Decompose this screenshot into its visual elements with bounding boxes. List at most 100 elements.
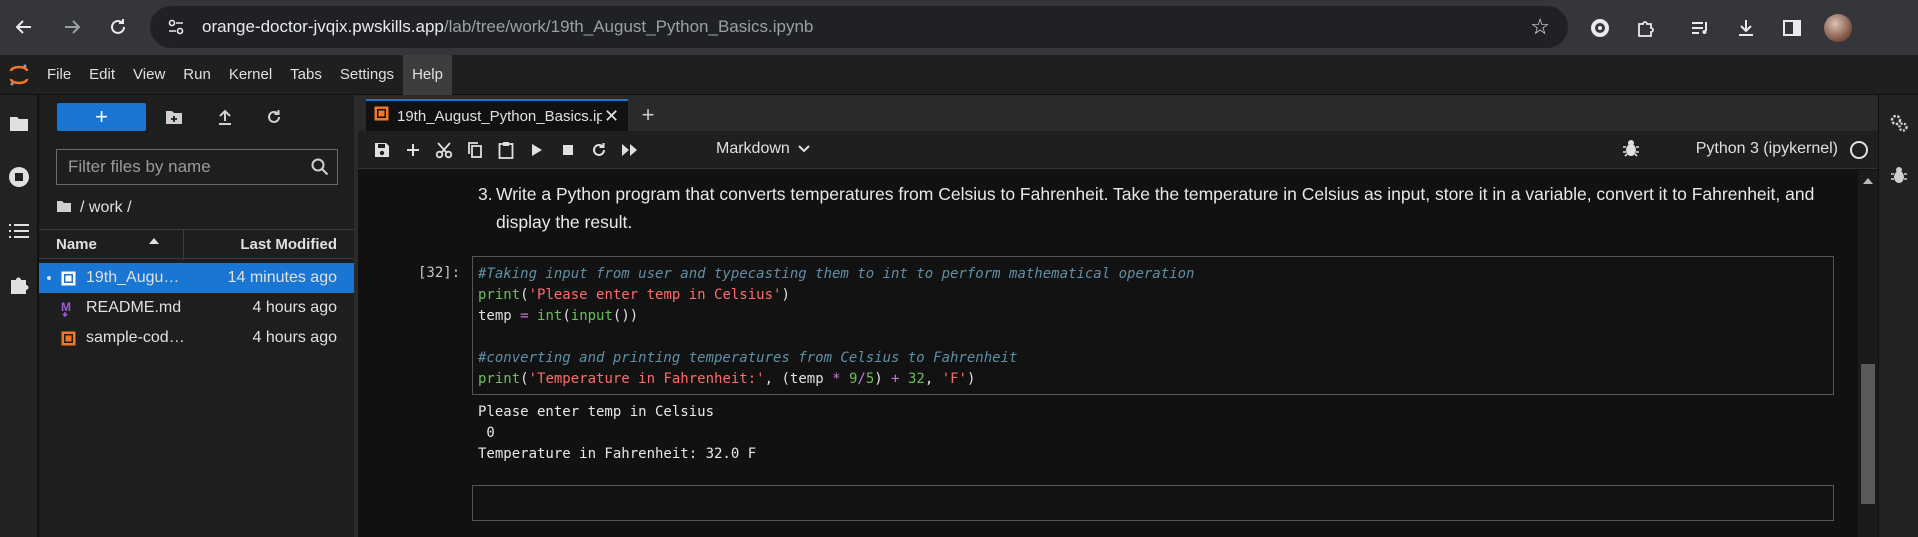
code-string: 'Please enter temp in Celsius' bbox=[528, 287, 782, 303]
stop-icon[interactable] bbox=[554, 136, 582, 164]
menu-run[interactable]: Run bbox=[174, 55, 220, 95]
markdown-cell[interactable]: 3. Write a Python program that converts … bbox=[478, 180, 1816, 236]
scrollbar-thumb[interactable] bbox=[1861, 364, 1875, 504]
extension-icon[interactable] bbox=[1586, 14, 1614, 42]
column-name[interactable]: Name bbox=[56, 236, 97, 253]
browser-toolbar: orange-doctor-jvqix.pwskills.app/lab/tre… bbox=[0, 0, 1918, 55]
file-modified: 4 hours ago bbox=[252, 299, 337, 316]
chevron-down-icon bbox=[798, 140, 810, 158]
star-icon[interactable]: ☆ bbox=[1530, 14, 1550, 40]
url-host: orange-doctor-jvqix.pwskills.app bbox=[202, 17, 444, 36]
notebook-toolbar: Markdown Python 3 (ipykernel) bbox=[358, 131, 1878, 169]
forward-arrow-icon[interactable] bbox=[52, 7, 92, 47]
refresh-icon[interactable] bbox=[259, 103, 289, 131]
cell-type-value: Markdown bbox=[716, 140, 790, 157]
kernel-name[interactable]: Python 3 (ipykernel) bbox=[1696, 140, 1838, 158]
code-string: 'Temperature in Fahrenheit:' bbox=[528, 371, 765, 387]
output-line: Please enter temp in Celsius bbox=[478, 404, 715, 420]
jupyter-logo-icon bbox=[0, 55, 38, 95]
menu-view[interactable]: View bbox=[124, 55, 174, 95]
code-number: 5 bbox=[865, 371, 875, 387]
table-of-contents-icon[interactable] bbox=[0, 211, 38, 251]
extensions-puzzle-icon[interactable] bbox=[0, 265, 38, 305]
upload-icon[interactable] bbox=[210, 103, 240, 131]
site-info-icon[interactable] bbox=[158, 9, 194, 45]
list-number: 3. bbox=[478, 184, 493, 204]
back-arrow-icon[interactable] bbox=[4, 7, 44, 47]
menu-file[interactable]: File bbox=[38, 55, 80, 95]
column-divider[interactable] bbox=[183, 230, 184, 260]
file-name: sample-code.ipynb bbox=[86, 329, 186, 346]
menu-edit[interactable]: Edit bbox=[80, 55, 124, 95]
filter-files-input[interactable] bbox=[57, 150, 297, 184]
run-icon[interactable] bbox=[523, 136, 551, 164]
file-row[interactable]: 19th_August_Python_Basics.ipynb 14 minut… bbox=[39, 263, 354, 293]
debugger-bug-icon[interactable] bbox=[1622, 138, 1640, 163]
notebook-content: 3. Write a Python program that converts … bbox=[358, 170, 1858, 537]
breadcrumb: / work / bbox=[56, 195, 132, 221]
menu-kernel[interactable]: Kernel bbox=[220, 55, 281, 95]
code-number: 32 bbox=[907, 371, 925, 387]
code-builtin: print bbox=[478, 287, 521, 303]
file-name: 19th_August_Python_Basics.ipynb bbox=[86, 269, 186, 286]
menu-tabs[interactable]: Tabs bbox=[281, 55, 331, 95]
breadcrumb-path[interactable]: / work / bbox=[80, 199, 132, 217]
paste-icon[interactable] bbox=[492, 136, 520, 164]
add-tab-button[interactable]: + bbox=[634, 101, 662, 129]
filter-files-field[interactable] bbox=[56, 149, 338, 185]
folder-icon[interactable] bbox=[0, 103, 38, 143]
code-variable: temp bbox=[789, 371, 824, 387]
notebook-tab-icon bbox=[374, 106, 389, 126]
new-folder-icon[interactable] bbox=[159, 103, 189, 131]
running-kernels-icon[interactable] bbox=[0, 157, 38, 197]
address-bar[interactable]: orange-doctor-jvqix.pwskills.app/lab/tre… bbox=[150, 6, 1568, 48]
extension-area bbox=[1586, 0, 1852, 55]
left-activity-bar bbox=[0, 95, 38, 537]
file-browser: + / work / Name Last Modified 19th_Au bbox=[39, 95, 354, 537]
menu-settings[interactable]: Settings bbox=[331, 55, 403, 95]
file-modified: 4 hours ago bbox=[252, 329, 337, 346]
code-cell-editor[interactable]: #Taking input from user and typecasting … bbox=[472, 256, 1834, 395]
code-builtin: print bbox=[478, 371, 521, 387]
scroll-up-icon[interactable] bbox=[1863, 178, 1873, 184]
menu-help[interactable]: Help bbox=[403, 54, 452, 95]
notebook-scrollbar[interactable] bbox=[1858, 170, 1878, 537]
download-icon[interactable] bbox=[1732, 14, 1760, 42]
tab-notebook[interactable]: 19th_August_Python_Basics.ipynb ✕ bbox=[366, 99, 628, 131]
home-folder-icon[interactable] bbox=[56, 199, 72, 218]
empty-code-cell[interactable] bbox=[472, 485, 1834, 521]
save-icon[interactable] bbox=[368, 136, 396, 164]
file-row[interactable]: M README.md 4 hours ago bbox=[39, 293, 354, 323]
new-launcher-button[interactable]: + bbox=[57, 103, 146, 131]
insert-cell-icon[interactable] bbox=[399, 136, 427, 164]
tab-title: 19th_August_Python_Basics.ipynb bbox=[397, 107, 602, 125]
restart-kernel-icon[interactable] bbox=[585, 136, 613, 164]
search-icon bbox=[311, 158, 329, 181]
sort-ascending-icon bbox=[149, 238, 159, 244]
running-indicator bbox=[47, 276, 51, 280]
code-string: 'F' bbox=[941, 371, 967, 387]
profile-avatar[interactable] bbox=[1824, 13, 1852, 42]
code-line: #Taking input from user and typecasting … bbox=[478, 264, 1828, 285]
media-queue-icon[interactable] bbox=[1686, 14, 1714, 42]
code-line: print('Temperature in Fahrenheit:', (tem… bbox=[478, 371, 976, 387]
notebook-file-icon bbox=[60, 270, 76, 286]
debugger-panel-bug-icon[interactable] bbox=[1879, 155, 1918, 195]
file-name: README.md bbox=[86, 299, 182, 316]
reload-icon[interactable] bbox=[98, 7, 138, 47]
restart-run-all-icon[interactable] bbox=[616, 136, 644, 164]
cell-type-dropdown[interactable]: Markdown bbox=[716, 140, 810, 158]
cut-icon[interactable] bbox=[430, 136, 458, 164]
side-panel-icon[interactable] bbox=[1778, 14, 1806, 42]
file-row[interactable]: sample-code.ipynb 4 hours ago bbox=[39, 323, 354, 353]
copy-icon[interactable] bbox=[461, 136, 489, 164]
property-inspector-gears-icon[interactable] bbox=[1879, 103, 1918, 143]
column-last-modified[interactable]: Last Modified bbox=[240, 236, 337, 253]
file-modified: 14 minutes ago bbox=[227, 269, 337, 286]
markdown-text: Write a Python program that converts tem… bbox=[496, 184, 1815, 232]
code-builtin: input bbox=[570, 308, 613, 324]
puzzle-icon[interactable] bbox=[1632, 14, 1660, 42]
right-activity-bar bbox=[1878, 95, 1918, 537]
close-icon[interactable]: ✕ bbox=[604, 106, 619, 127]
code-comment: #Taking input from user and typecasting … bbox=[478, 266, 1195, 282]
